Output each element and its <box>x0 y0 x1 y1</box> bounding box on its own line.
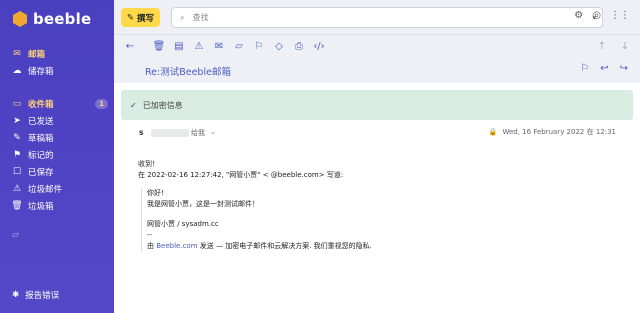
arrow-up-icon[interactable]: ↑ <box>595 39 609 53</box>
compose-button[interactable]: ✎ 撰写 <box>121 8 160 27</box>
inbox-icon: ▭ <box>12 98 22 109</box>
check-icon: ✓ <box>130 100 137 110</box>
sidebar-item-inbox[interactable]: ▭ 收件箱 1 <box>0 95 114 112</box>
quote-line: 网管小贾 / sysadm.cc <box>147 220 219 228</box>
sender-name[interactable]: s <box>139 128 143 137</box>
quote-line: 你好! <box>147 189 164 197</box>
top-right-icons: ⚙ ◎ ⋮⋮ <box>574 10 630 21</box>
app-name: beeble <box>33 10 92 28</box>
sidebar-item-saved[interactable]: ☐ 已保存 <box>0 163 114 180</box>
sender-row: s 给我 ⌄ 🔒 Wed, 16 February 2022 在 12:31 <box>114 126 640 142</box>
sidebar-item-label: 垃圾箱 <box>28 201 54 212</box>
sender-name-redacted <box>151 129 189 137</box>
sidebar-item-trash[interactable]: 🗑 垃圾箱 <box>0 197 114 214</box>
folder-icon[interactable]: ▱ <box>12 230 19 240</box>
search-input[interactable]: 查找 <box>192 12 208 23</box>
message-body: 收到！ 在 2022-02-16 12:27:42, "网管小贾" < @bee… <box>138 159 618 181</box>
grid-icon[interactable]: ⋮⋮ <box>610 10 630 21</box>
pencil-icon: ✎ <box>126 12 135 23</box>
sidebar-item-sent[interactable]: ➤ 已发送 <box>0 112 114 129</box>
message-nav-arrows: ↑ ↓ <box>595 39 632 53</box>
subject-actions: ⚐ ↩ ↪ <box>580 63 628 74</box>
quote-line: 我是网管小贾，这是一封测试邮件！ <box>147 200 259 208</box>
mark-unread-icon[interactable]: ✉ <box>212 39 226 53</box>
reply-icon[interactable]: ↩ <box>600 63 608 74</box>
top-bar: ✎ 撰写 ⌕ 查找 ▾ ⚙ ◎ ⋮⋮ <box>114 0 640 35</box>
delete-icon[interactable]: 🗑 <box>152 39 166 53</box>
move-folder-icon[interactable]: ▱ <box>232 39 246 53</box>
sidebar-item-label: 已保存 <box>28 167 54 178</box>
sidebar-item-mail[interactable]: ✉ 邮箱 <box>0 45 114 62</box>
beeble-link[interactable]: Beeble.com <box>156 242 197 250</box>
mail-icon: ✉ <box>13 48 21 59</box>
action-icons: 🗑 ▤ ⚠ ✉ ▱ ⚐ ◇ ⎙ ‹/› <box>152 39 326 53</box>
report-error-link[interactable]: ✱ 报告错误 <box>12 289 59 301</box>
sidebar-item-storage[interactable]: ☁ 储存箱 <box>0 62 114 79</box>
sidebar-item-spam[interactable]: ⚠ 垃圾邮件 <box>0 180 114 197</box>
trash-icon: 🗑 <box>11 200 23 211</box>
search-icon: ⌕ <box>180 12 185 22</box>
sidebar-item-drafts[interactable]: ✎ 草稿箱 <box>0 129 114 146</box>
sidebar-item-label: 收件箱 <box>28 99 54 110</box>
settings-icon[interactable]: ⚙ <box>574 10 583 21</box>
encrypted-label: 已加密信息 <box>142 100 183 110</box>
bug-icon: ✱ <box>12 290 20 300</box>
bookmark-icon[interactable]: ⚐ <box>580 63 589 74</box>
bookmark-icon[interactable]: ⚐ <box>252 39 266 53</box>
subject-row: Re:测试Beeble邮箱 ⚐ ↩ ↪ <box>114 57 640 83</box>
sidebar-item-flagged[interactable]: ⚑ 标记的 <box>0 146 114 163</box>
quoted-message: 你好! 我是网管小贾，这是一封测试邮件！ 网管小贾 / sysadm.cc --… <box>141 188 601 252</box>
sidebar-item-label: 垃圾邮件 <box>28 184 63 195</box>
sidebar-item-label: 草稿箱 <box>28 133 54 144</box>
message-subject: Re:测试Beeble邮箱 <box>145 67 231 78</box>
chevron-down-icon[interactable]: ⌄ <box>210 128 216 136</box>
bookmark-icon: ⚑ <box>12 149 22 160</box>
compose-label: 撰写 <box>137 13 155 24</box>
message-date: 🔒 Wed, 16 February 2022 在 12:31 <box>489 127 616 137</box>
sidebar-item-label: 已发送 <box>28 116 54 127</box>
search-box[interactable]: ⌕ 查找 ▾ <box>171 7 603 28</box>
quote-line: -- <box>147 231 153 239</box>
encrypted-banner: ✓ 已加密信息 <box>121 90 633 120</box>
archive-icon: ☐ <box>12 166 22 177</box>
sidebar-item-label: 邮箱 <box>28 49 46 60</box>
body-line: 收到！ <box>138 160 159 168</box>
unread-count-badge: 1 <box>95 98 108 109</box>
back-arrow-icon[interactable]: ← <box>123 39 137 53</box>
sidebar: beeble ✉ 邮箱 ☁ 储存箱 ▭ 收件箱 1 ➤ 已发送 ✎ 草稿箱 ⚑ … <box>0 0 114 313</box>
draft-icon: ✎ <box>13 132 21 143</box>
forward-icon[interactable]: ↪ <box>620 63 628 74</box>
lock-icon: 🔒 <box>488 128 498 136</box>
tag-icon[interactable]: ◇ <box>272 39 286 53</box>
quote-footer: 由 Beeble.com 发送 — 加密电子邮件和云解决方案. 我们重视您的隐私… <box>147 242 372 250</box>
arrow-down-icon[interactable]: ↓ <box>618 39 632 53</box>
sidebar-folders: ▭ 收件箱 1 ➤ 已发送 ✎ 草稿箱 ⚑ 标记的 ☐ 已保存 ⚠ 垃圾邮件 🗑… <box>0 95 114 214</box>
sidebar-top-nav: ✉ 邮箱 ☁ 储存箱 <box>0 45 114 79</box>
source-code-icon[interactable]: ‹/› <box>312 39 326 53</box>
cloud-icon: ☁ <box>12 65 22 76</box>
app-logo[interactable]: beeble <box>13 10 91 28</box>
account-icon[interactable]: ◎ <box>592 10 601 21</box>
spam-icon[interactable]: ⚠ <box>192 39 206 53</box>
sidebar-item-label: 储存箱 <box>28 66 54 77</box>
send-icon: ➤ <box>13 115 21 126</box>
spam-icon: ⚠ <box>12 183 22 194</box>
message-toolbar: ← 🗑 ▤ ⚠ ✉ ▱ ⚐ ◇ ⎙ ‹/› ↑ ↓ <box>114 35 640 57</box>
body-line: 在 2022-02-16 12:27:42, "网管小贾" < @beeble.… <box>138 171 344 179</box>
date-text: Wed, 16 February 2022 在 12:31 <box>502 128 616 136</box>
archive-icon[interactable]: ▤ <box>172 39 186 53</box>
recipient-label[interactable]: 给我 <box>191 128 205 138</box>
beeble-logo-icon <box>13 11 27 27</box>
print-icon[interactable]: ⎙ <box>292 39 306 53</box>
sidebar-item-label: 标记的 <box>28 150 54 161</box>
report-error-label: 报告错误 <box>25 291 60 301</box>
